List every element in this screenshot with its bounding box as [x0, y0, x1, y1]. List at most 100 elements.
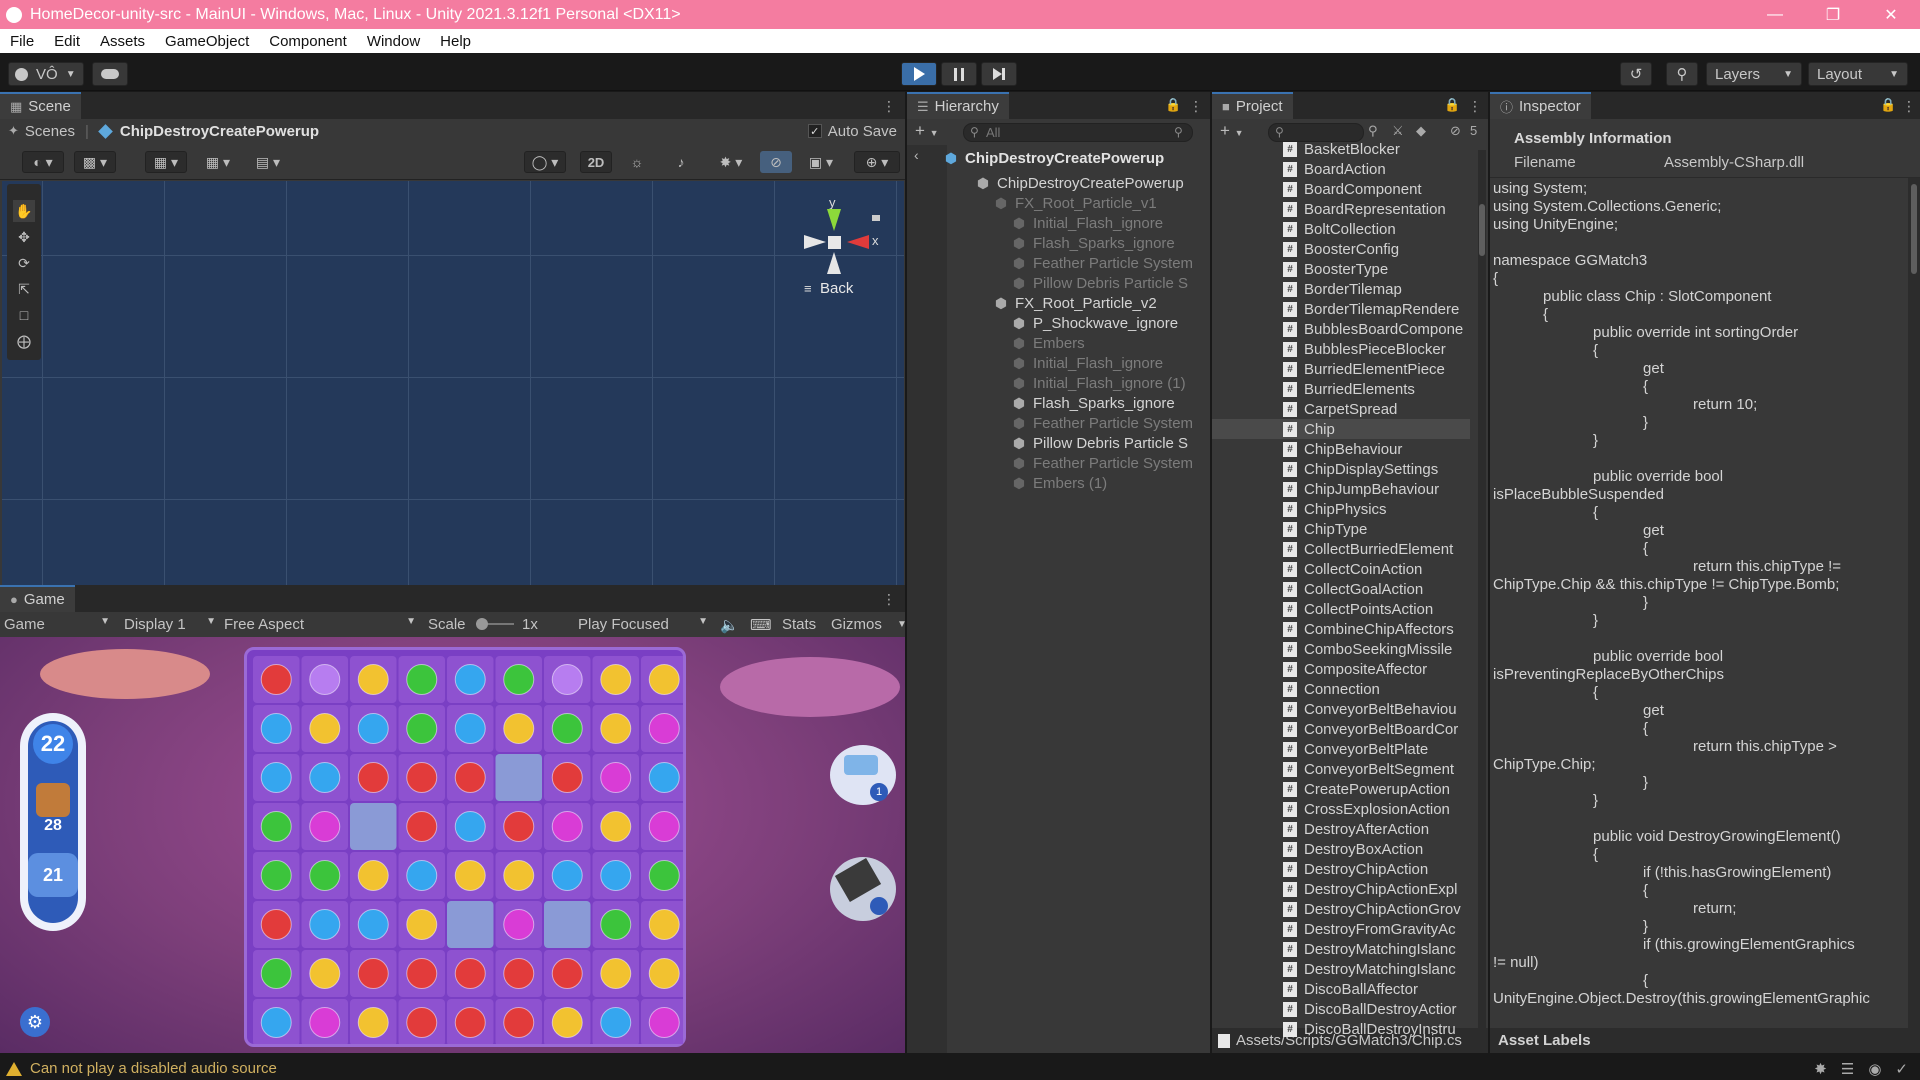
search-by-type-icon[interactable]: ⚲ — [1368, 123, 1378, 139]
gizmo-y-axis[interactable] — [827, 209, 841, 231]
undo-history-button[interactable]: ↺ — [1620, 62, 1652, 86]
gem-piece[interactable] — [454, 1007, 486, 1038]
collab-check-icon[interactable]: ✓ — [1895, 1060, 1908, 1078]
gem-piece[interactable] — [260, 860, 292, 891]
gem-piece[interactable] — [503, 909, 535, 940]
chevron-down-icon[interactable]: ▼ — [897, 619, 907, 630]
gem-piece[interactable] — [503, 664, 535, 695]
auto-save-checkbox[interactable]: ✓ — [807, 124, 822, 138]
game-mode-dropdown[interactable]: Game ▼ — [4, 616, 110, 633]
project-file-item[interactable]: # Chip — [1212, 419, 1470, 439]
gem-piece[interactable] — [357, 860, 389, 891]
script-source-view[interactable]: using System; using System.Collections.Ge… — [1490, 178, 1908, 1014]
project-file-item[interactable]: # CombineChipAffectors — [1283, 619, 1471, 639]
tab-inspector[interactable]: ⓘ Inspector — [1490, 92, 1591, 119]
gizmos-dropdown[interactable]: ⊕ ▾ — [854, 151, 900, 173]
grid-snap-dropdown[interactable]: ▦ ▾ — [197, 151, 239, 173]
project-file-item[interactable]: # ConveyorBeltBehaviou — [1283, 699, 1471, 719]
gem-piece[interactable] — [260, 664, 292, 695]
gem-piece[interactable] — [503, 860, 535, 891]
gem-piece[interactable] — [648, 909, 680, 940]
hierarchy-item[interactable]: ⬢ Initial_Flash_ignore — [1011, 213, 1163, 233]
gem-piece[interactable] — [648, 762, 680, 793]
lock-icon[interactable]: 🔒 — [1444, 97, 1460, 113]
progress-icon[interactable]: ◉ — [1868, 1060, 1881, 1078]
move-tool-icon[interactable]: ✥ — [13, 226, 35, 248]
lock-icon[interactable]: 🔒 — [1165, 97, 1181, 113]
gem-piece[interactable] — [600, 762, 632, 793]
hierarchy-item[interactable]: ⬢ Embers (1) — [1011, 473, 1107, 493]
cloud-button[interactable] — [92, 62, 128, 86]
project-file-item[interactable]: # ConveyorBeltBoardCor — [1283, 719, 1471, 739]
toggle-2d-button[interactable]: 2D — [580, 151, 612, 173]
maximize-button[interactable]: ❐ — [1804, 0, 1862, 29]
gem-piece[interactable] — [454, 762, 486, 793]
settings-gear-icon[interactable]: ⚙ — [20, 1007, 50, 1037]
project-file-item[interactable]: # BoltCollection — [1283, 219, 1471, 239]
camera-dropdown[interactable]: ▣ ▾ — [800, 151, 842, 173]
project-file-item[interactable]: # DiscoBallDestroyInstru — [1283, 1019, 1471, 1039]
gem-piece[interactable] — [503, 713, 535, 744]
stats-button[interactable]: Stats — [782, 616, 816, 633]
project-file-item[interactable]: # BurriedElementPiece — [1283, 359, 1471, 379]
hierarchy-item[interactable]: ⬢ Feather Particle System — [1011, 453, 1193, 473]
project-file-item[interactable]: # DestroyChipActionGrov — [1283, 899, 1471, 919]
gem-piece[interactable] — [454, 811, 486, 842]
project-file-item[interactable]: # ConveyorBeltPlate — [1283, 739, 1471, 759]
rect-tool-icon[interactable]: □ — [13, 304, 35, 326]
hierarchy-item[interactable]: ⬢ Pillow Debris Particle S — [1011, 433, 1188, 453]
scene-orientation-gizmo[interactable]: y x ≡ Back — [794, 195, 894, 305]
hidden-objects-toggle[interactable]: ⊘ — [760, 151, 792, 173]
menu-edit[interactable]: Edit — [44, 33, 90, 50]
project-file-item[interactable]: # BubblesPieceBlocker — [1283, 339, 1471, 359]
project-file-item[interactable]: # BoardComponent — [1283, 179, 1471, 199]
rotate-tool-icon[interactable]: ⟳ — [13, 252, 35, 274]
gem-piece[interactable] — [357, 909, 389, 940]
gem-piece[interactable] — [600, 713, 632, 744]
gem-piece[interactable] — [309, 811, 341, 842]
gem-piece[interactable] — [406, 1007, 438, 1038]
gem-piece[interactable] — [503, 811, 535, 842]
debug-bug-icon[interactable]: ✸ — [1814, 1060, 1827, 1078]
gem-piece[interactable] — [600, 1007, 632, 1038]
project-file-item[interactable]: # ChipType — [1283, 519, 1471, 539]
back-arrow-icon[interactable]: ‹ — [914, 147, 919, 163]
project-file-item[interactable]: # DestroyAfterAction — [1283, 819, 1471, 839]
gem-piece[interactable] — [357, 664, 389, 695]
project-file-item[interactable]: # BurriedElements — [1283, 379, 1471, 399]
gem-piece[interactable] — [309, 860, 341, 891]
gem-piece[interactable] — [406, 811, 438, 842]
menu-help[interactable]: Help — [430, 33, 481, 50]
menu-window[interactable]: Window — [357, 33, 430, 50]
project-file-item[interactable]: # DestroyChipAction — [1283, 859, 1471, 879]
gem-piece[interactable] — [648, 958, 680, 989]
gem-piece[interactable] — [260, 713, 292, 744]
draw-mode-dropdown[interactable]: ◐ ▾ — [22, 151, 64, 173]
gem-piece[interactable] — [648, 664, 680, 695]
board-cell[interactable] — [495, 754, 543, 801]
gem-piece[interactable] — [357, 713, 389, 744]
hierarchy-item[interactable]: ⬢ Initial_Flash_ignore — [1011, 353, 1163, 373]
more-options-icon[interactable]: ⋮ — [882, 98, 896, 115]
project-file-item[interactable]: # BubblesBoardCompone — [1283, 319, 1471, 339]
gem-piece[interactable] — [600, 860, 632, 891]
play-button[interactable] — [901, 62, 937, 86]
gem-piece[interactable] — [600, 811, 632, 842]
tab-scene[interactable]: ▦ Scene — [0, 92, 81, 119]
project-file-item[interactable]: # CrossExplosionAction — [1283, 799, 1471, 819]
hammer-booster-button[interactable]: 1 — [830, 745, 896, 805]
project-file-item[interactable]: # BoosterConfig — [1283, 239, 1471, 259]
hierarchy-item[interactable]: ⬢ Flash_Sparks_ignore — [1011, 233, 1175, 253]
project-file-item[interactable]: # Connection — [1283, 679, 1471, 699]
account-dropdown[interactable]: VÔ ▼ — [8, 62, 84, 86]
project-file-item[interactable]: # ComboSeekingMissile — [1283, 639, 1471, 659]
menu-gameobject[interactable]: GameObject — [155, 33, 259, 50]
game-board[interactable] — [244, 647, 686, 1047]
project-file-item[interactable]: # DestroyChipActionExpl — [1283, 879, 1471, 899]
project-file-item[interactable]: # ChipJumpBehaviour — [1283, 479, 1471, 499]
more-options-icon[interactable]: ⋮ — [1902, 98, 1916, 115]
gem-piece[interactable] — [503, 1007, 535, 1038]
snap-toggle[interactable]: ▦ ▾ — [145, 151, 187, 173]
gem-piece[interactable] — [260, 958, 292, 989]
asset-labels-title[interactable]: Asset Labels — [1498, 1032, 1591, 1049]
